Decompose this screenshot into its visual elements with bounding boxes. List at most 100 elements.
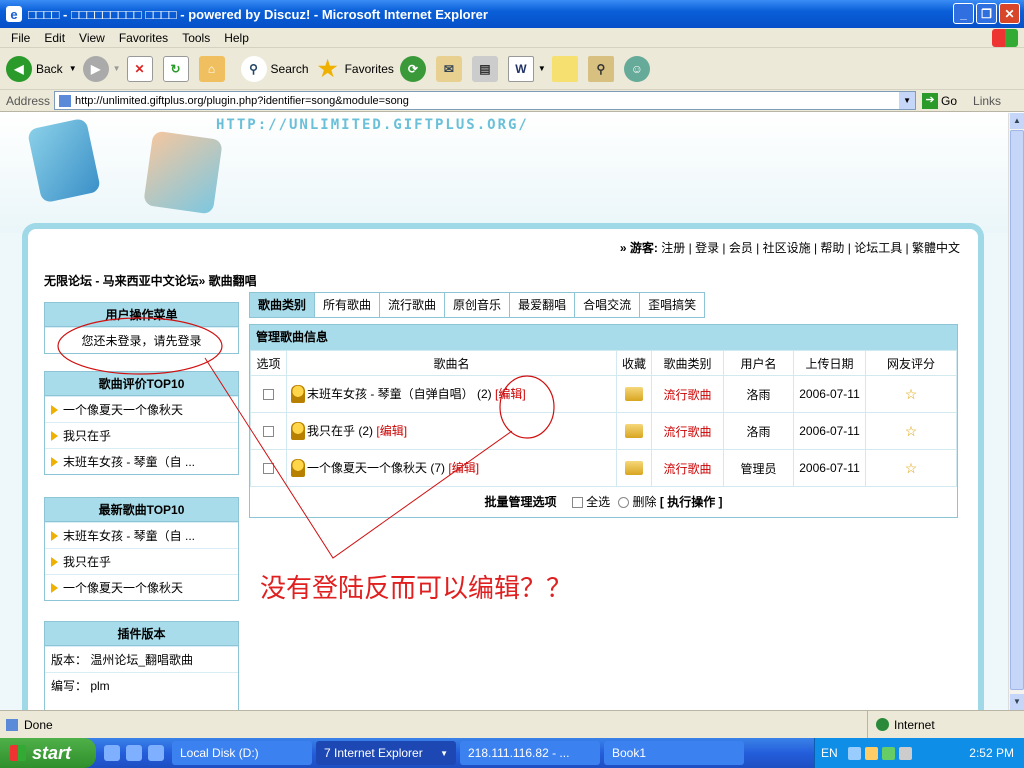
quicklaunch-icon[interactable] <box>104 745 120 761</box>
newest-title: 最新歌曲TOP10 <box>45 498 238 522</box>
refresh-button[interactable]: ↻ <box>162 55 193 82</box>
table-row: 末班车女孩 - 琴童（自弹自唱） (2) [编辑] 流行歌曲 洛雨 2006-0… <box>250 375 957 413</box>
favorite-folder-icon[interactable] <box>625 424 643 439</box>
history-button[interactable]: ⟳ <box>399 55 430 82</box>
quicklaunch-icon[interactable] <box>126 745 142 761</box>
execute-button[interactable]: [ 执行操作 ] <box>660 495 723 509</box>
top-rated-title: 歌曲评价TOP10 <box>45 372 238 396</box>
print-button[interactable]: ▤ <box>471 55 502 82</box>
song-name[interactable]: 我只在乎 <box>307 424 355 438</box>
favorite-folder-icon[interactable] <box>625 387 643 402</box>
mail-button[interactable]: ✉ <box>435 55 466 82</box>
table-row: 我只在乎 (2) [编辑] 流行歌曲 洛雨 2006-07-11 ☆ <box>250 412 957 450</box>
clock[interactable]: 2:52 PM <box>969 746 1014 760</box>
scroll-thumb[interactable] <box>1010 130 1024 690</box>
task-remote[interactable]: 218.111.116.82 - ... <box>460 741 600 765</box>
forward-button[interactable]: ▶ ▼ <box>82 55 121 82</box>
quicklaunch-icon[interactable] <box>148 745 164 761</box>
rating-star-icon[interactable]: ☆ <box>905 386 918 402</box>
menu-tools[interactable]: Tools <box>175 31 217 45</box>
menu-file[interactable]: File <box>4 31 37 45</box>
minimize-button[interactable]: _ <box>953 3 974 24</box>
upload-date: 2006-07-11 <box>793 412 866 450</box>
edit-link[interactable]: [编辑] <box>448 461 479 475</box>
breadcrumb[interactable]: 无限论坛 - 马来西亚中文论坛» 歌曲翻唱 <box>44 272 257 289</box>
tab-favorite-covers[interactable]: 最爱翻唱 <box>510 293 576 317</box>
language-indicator[interactable]: EN <box>821 746 838 760</box>
tray-icon[interactable] <box>864 746 878 760</box>
song-category[interactable]: 流行歌曲 <box>651 375 724 413</box>
tray-icon[interactable] <box>898 746 912 760</box>
back-button[interactable]: ◀ Back ▼ <box>6 55 77 82</box>
scroll-up-icon[interactable]: ▲ <box>1010 113 1024 129</box>
favorite-folder-icon[interactable] <box>625 461 643 476</box>
tab-all-songs[interactable]: 所有歌曲 <box>315 293 381 317</box>
go-button[interactable]: ➔ Go <box>922 92 957 109</box>
list-item[interactable]: 一个像夏天一个像秋天 <box>45 396 238 422</box>
category-tabs: 歌曲类别 所有歌曲 流行歌曲 原创音乐 最爱翻唱 合唱交流 歪唱搞笑 <box>249 292 706 318</box>
tray-icon[interactable] <box>847 746 861 760</box>
menu-favorites[interactable]: Favorites <box>112 31 175 45</box>
security-zone: Internet <box>894 717 935 732</box>
menu-view[interactable]: View <box>72 31 112 45</box>
rating-star-icon[interactable]: ☆ <box>905 423 918 439</box>
discuss-button[interactable] <box>551 55 582 82</box>
edit-link[interactable]: [编辑] <box>495 387 526 401</box>
list-item[interactable]: 我只在乎 <box>45 422 238 448</box>
links-button[interactable]: Links <box>973 94 1001 108</box>
start-button[interactable]: start <box>0 738 96 768</box>
edit-link[interactable]: [编辑] <box>376 424 407 438</box>
note-icon <box>551 55 578 82</box>
upload-date: 2006-07-11 <box>793 449 866 487</box>
edit-word-button[interactable]: W ▼ <box>507 55 546 82</box>
song-category[interactable]: 流行歌曲 <box>651 412 724 450</box>
delete-radio[interactable] <box>617 497 629 509</box>
top-nav-links[interactable]: 注册 | 登录 | 会员 | 社区设施 | 帮助 | 论坛工具 | 繁體中文 <box>661 241 960 255</box>
task-local-disk[interactable]: Local Disk (D:) <box>172 741 312 765</box>
printer-icon: ▤ <box>471 55 498 82</box>
address-input[interactable]: http://unlimited.giftplus.org/plugin.php… <box>54 91 917 110</box>
song-name[interactable]: 一个像夏天一个像秋天 <box>307 461 427 475</box>
list-item[interactable]: 一个像夏天一个像秋天 <box>45 574 238 600</box>
task-book1[interactable]: Book1 <box>604 741 744 765</box>
tab-pop[interactable]: 流行歌曲 <box>380 293 446 317</box>
tray-icon[interactable] <box>881 746 895 760</box>
list-item[interactable]: 末班车女孩 - 琴童（自 ... <box>45 522 238 548</box>
search-button[interactable]: ⚲ Search <box>240 55 309 82</box>
row-checkbox[interactable] <box>263 389 274 401</box>
row-checkbox[interactable] <box>263 426 274 438</box>
toolbar: ◀ Back ▼ ▶ ▼ ✕ ↻ ⌂ ⚲ Search ★ Favorites ⟳ ✉ ▤… <box>0 48 1024 90</box>
research-button[interactable]: ⚲ <box>587 55 618 82</box>
system-tray: EN 2:52 PM <box>814 738 1024 768</box>
arrow-icon <box>51 404 58 415</box>
batch-options: 批量管理选项 全选 删除 [ 执行操作 ] <box>484 495 723 509</box>
home-button[interactable]: ⌂ <box>198 55 229 82</box>
maximize-button[interactable]: ❐ <box>976 3 997 24</box>
select-all-checkbox[interactable] <box>571 497 583 509</box>
page-icon <box>59 94 72 107</box>
messenger-button[interactable]: ☺ <box>623 55 654 82</box>
tab-categories[interactable]: 歌曲类别 <box>250 293 316 317</box>
vertical-scrollbar[interactable]: ▲ ▼ <box>1008 113 1024 710</box>
login-prompt[interactable]: 您还未登录，请先登录 <box>45 327 238 353</box>
newest-box: 最新歌曲TOP10 末班车女孩 - 琴童（自 ... 我只在乎 一个像夏天一个像… <box>44 497 239 601</box>
scroll-down-icon[interactable]: ▼ <box>1010 694 1024 710</box>
favorites-button[interactable]: ★ Favorites <box>315 56 394 82</box>
song-category[interactable]: 流行歌曲 <box>651 449 724 487</box>
menu-edit[interactable]: Edit <box>37 31 72 45</box>
menu-help[interactable]: Help <box>217 31 256 45</box>
address-dropdown-icon[interactable]: ▼ <box>899 92 916 109</box>
list-item[interactable]: 我只在乎 <box>45 548 238 574</box>
close-button[interactable]: ✕ <box>999 3 1020 24</box>
tab-funny[interactable]: 歪唱搞笑 <box>640 293 704 317</box>
tab-chorus[interactable]: 合唱交流 <box>575 293 641 317</box>
task-internet-explorer[interactable]: 7 Internet Explorer ▼ <box>316 741 456 765</box>
rating-star-icon[interactable]: ☆ <box>905 460 918 476</box>
list-item[interactable]: 末班车女孩 - 琴童（自 ... <box>45 448 238 474</box>
song-name[interactable]: 末班车女孩 - 琴童（自弹自唱） <box>307 387 474 401</box>
tab-original[interactable]: 原创音乐 <box>445 293 511 317</box>
ie-logo-icon: e <box>6 6 22 22</box>
row-checkbox[interactable] <box>263 463 274 475</box>
stop-button[interactable]: ✕ <box>126 55 157 82</box>
microphone-icon <box>291 459 305 478</box>
